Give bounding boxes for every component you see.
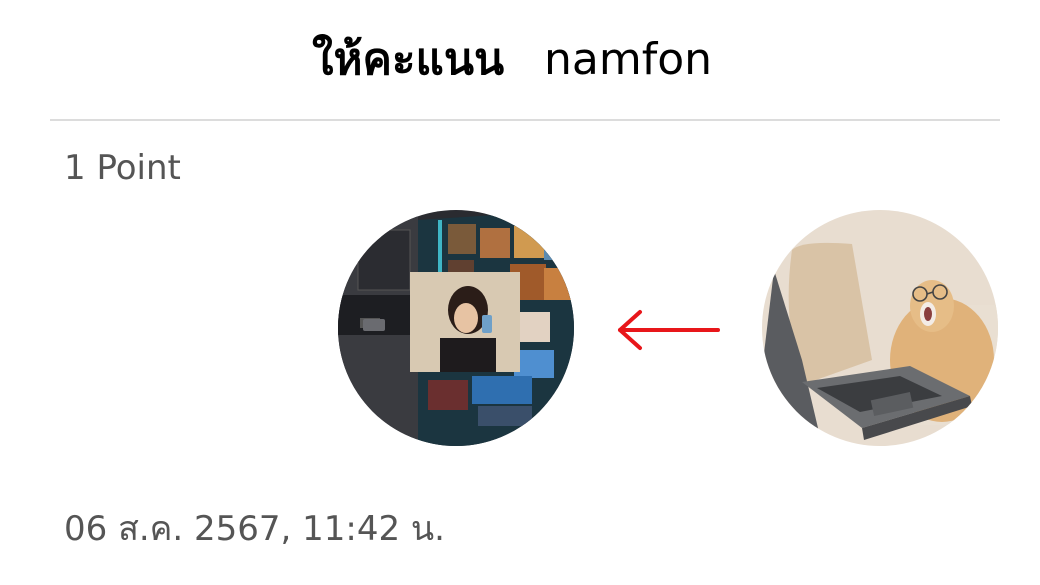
receiver-avatar[interactable]: [338, 210, 574, 446]
arrow-left-icon: [612, 308, 722, 356]
points-label: 1 Point: [64, 148, 181, 188]
sender-avatar[interactable]: [762, 210, 998, 446]
header: ให้คะแนน namfon: [0, 0, 1040, 120]
page-title-username: namfon: [544, 34, 713, 85]
receiver-avatar-image: [338, 210, 574, 446]
header-divider: [50, 119, 1000, 121]
page-title-action: ให้คะแนน: [312, 34, 505, 85]
sender-avatar-image: [762, 210, 998, 446]
timestamp: 06 ส.ค. 2567, 11:42 น.: [64, 509, 445, 549]
